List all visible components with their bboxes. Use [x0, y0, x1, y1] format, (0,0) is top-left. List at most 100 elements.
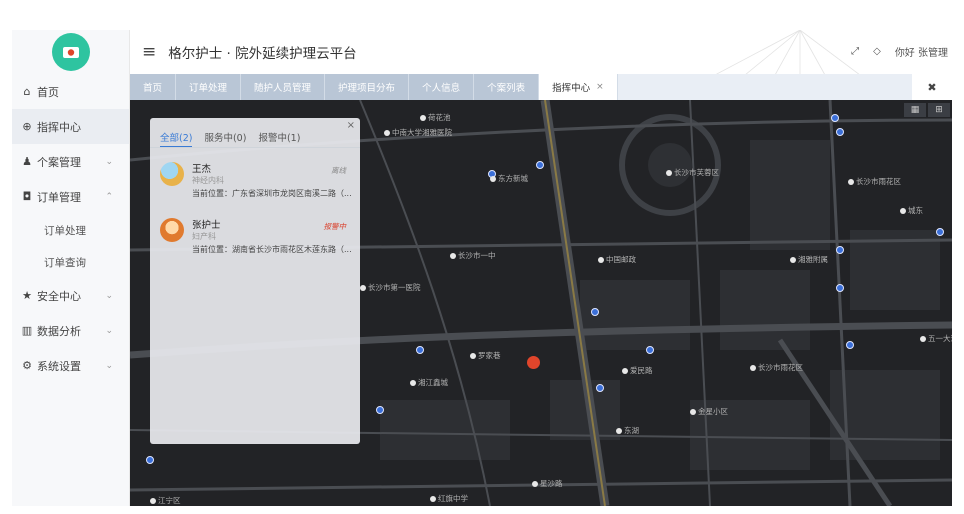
tab-home[interactable]: 首页: [130, 74, 177, 100]
panel-tab-in-service[interactable]: 服务中(0): [204, 130, 246, 147]
map-poi-label[interactable]: 长沙市第一医院: [360, 282, 421, 293]
header-tools: ⤢ ◇ 你好 张管理: [851, 44, 948, 59]
nurse-list-item[interactable]: 张护士 妇产科 当前位置：湖南省长沙市雨花区木莲东路（... 报警中: [150, 204, 360, 260]
map-layer-icon[interactable]: ⊞: [928, 103, 950, 117]
map-poi-label[interactable]: 红旗中学: [430, 493, 468, 504]
map-view[interactable]: ▦ ⊞ 中南大学湘雅医院 荷花池 长沙市芙蓉区 东方新城 长沙市雨花区 中国邮政 长沙市一中…: [130, 100, 952, 506]
page-title: 格尔护士 · 院外延续护理云平台: [168, 46, 357, 62]
gear-icon: ⚙: [22, 359, 32, 372]
menu-toggle-icon[interactable]: ≡: [142, 42, 156, 62]
poi-pin-icon: [750, 364, 756, 371]
sidebar-item-label: 系统设置: [37, 359, 81, 373]
tab-personal-info[interactable]: 个人信息: [409, 74, 475, 100]
diamond-icon[interactable]: ◇: [873, 46, 881, 57]
poi-pin-icon: [470, 352, 476, 359]
avatar: [160, 218, 184, 242]
map-poi-label[interactable]: 金星小区: [690, 406, 728, 417]
user-greeting[interactable]: 你好 张管理: [895, 44, 948, 59]
map-poi-label[interactable]: 湘雅附属: [790, 254, 828, 265]
map-poi-label[interactable]: 长沙市一中: [450, 250, 496, 261]
nurse-list-item[interactable]: 王杰 神经内科 当前位置：广东省深圳市龙岗区南溪二路（... 离线: [150, 148, 360, 204]
poi-pin-icon: [920, 335, 926, 342]
poi-pin-icon: [532, 480, 538, 487]
sidebar-item-system-settings[interactable]: ⚙ 系统设置 ⌄: [12, 348, 129, 383]
map-poi-label[interactable]: 城东: [900, 205, 923, 216]
map-poi-label[interactable]: 中南大学湘雅医院: [384, 127, 452, 138]
page-tabs: 首页 订单处理 随护人员管理 护理项目分布 个人信息 个案列表 指挥中心 × ✖: [130, 74, 952, 100]
poi-pin-icon: [790, 256, 796, 263]
tab-label: 指挥中心: [552, 83, 591, 94]
poi-pin-icon: [848, 178, 854, 185]
map-poi-label[interactable]: 东湖: [616, 425, 639, 436]
map-poi-label[interactable]: 长沙市芙蓉区: [666, 167, 719, 178]
map-poi-label[interactable]: 长沙市雨花区: [848, 176, 901, 187]
fullscreen-icon[interactable]: ⤢: [851, 46, 859, 57]
close-icon[interactable]: ×: [347, 120, 355, 131]
poi-label-text: 荷花池: [428, 113, 451, 122]
sidebar-subitem-order-query[interactable]: 订单查询: [12, 246, 129, 278]
star-icon: ★: [22, 289, 32, 302]
camera-logo-icon: [62, 47, 79, 58]
sidebar-item-command-center[interactable]: ⊕ 指挥中心: [12, 109, 129, 144]
map-poi-label[interactable]: 星沙路: [532, 478, 563, 489]
bar-chart-icon: ▥: [21, 324, 33, 337]
map-poi-label[interactable]: 东方新城: [490, 173, 528, 184]
user-icon: ♟: [22, 155, 32, 168]
tab-order-processing[interactable]: 订单处理: [176, 74, 242, 100]
crosshair-icon: ⊕: [22, 120, 32, 133]
map-poi-label[interactable]: 罗家巷: [470, 350, 501, 361]
poi-pin-icon: [616, 427, 622, 434]
poi-label-text: 中国邮政: [606, 255, 636, 264]
nurse-department: 妇产科: [192, 232, 216, 241]
map-poi-label[interactable]: 江宁区: [150, 495, 181, 506]
tab-care-distribution[interactable]: 护理项目分布: [325, 74, 410, 100]
map-poi-label[interactable]: 湘江鑫城: [410, 377, 448, 388]
sidebar: ⌂ 首页 ⊕ 指挥中心 ♟ 个案管理 ⌄ ◘ 订单管理 ⌃ 订单处理 订单查询 …: [12, 30, 130, 506]
poi-label-text: 江宁区: [158, 496, 181, 505]
poi-label-text: 星沙路: [540, 479, 563, 488]
panel-tab-all[interactable]: 全部(2): [160, 130, 193, 147]
panel-tab-alarming[interactable]: 报警中(1): [258, 130, 300, 147]
poi-pin-icon: [598, 256, 604, 263]
poi-label-text: 中南大学湘雅医院: [392, 128, 452, 137]
sidebar-item-label: 订单管理: [37, 190, 81, 204]
sidebar-item-security-center[interactable]: ★ 安全中心 ⌄: [12, 278, 129, 313]
alarm-location-marker[interactable]: [527, 356, 540, 369]
sidebar-item-data-analysis[interactable]: ▥ 数据分析 ⌄: [12, 313, 129, 348]
poi-pin-icon: [384, 129, 390, 136]
tab-options[interactable]: ✖: [912, 74, 952, 100]
nurse-name: 张护士: [192, 220, 221, 231]
close-icon[interactable]: ×: [596, 82, 604, 92]
app-logo[interactable]: [51, 33, 90, 71]
map-poi-label[interactable]: 中国邮政: [598, 254, 636, 265]
poi-label-text: 东湖: [624, 426, 639, 435]
poi-label-text: 五一大道: [928, 334, 952, 343]
map-grid-icon[interactable]: ▦: [904, 103, 926, 117]
logo-wrap: [12, 30, 129, 74]
close-all-icon[interactable]: ✖: [927, 81, 936, 94]
chevron-down-icon: ⌄: [105, 290, 113, 301]
sidebar-item-label: 安全中心: [37, 289, 81, 303]
map-poi-label[interactable]: 五一大道: [920, 333, 952, 344]
panel-tabs: 全部(2) 服务中(0) 报警中(1): [150, 118, 360, 148]
chevron-down-icon: ⌄: [105, 360, 113, 371]
poi-pin-icon: [690, 408, 696, 415]
map-poi-label[interactable]: 长沙市雨花区: [750, 362, 803, 373]
poi-label-text: 长沙市雨花区: [856, 177, 901, 186]
poi-pin-icon: [622, 367, 628, 374]
status-badge: 离线: [331, 166, 346, 175]
poi-label-text: 湘雅附属: [798, 255, 828, 264]
top-header: ≡ 格尔护士 · 院外延续护理云平台 ⤢ ◇ 你好 张管理: [130, 30, 952, 120]
tab-command-center[interactable]: 指挥中心 ×: [539, 74, 618, 100]
sidebar-item-home[interactable]: ⌂ 首页: [12, 74, 129, 109]
sidebar-item-label: 个案管理: [37, 155, 81, 169]
nurse-location: 当前位置：湖南省长沙市雨花区木莲东路（...: [192, 245, 352, 254]
sidebar-subitem-order-processing[interactable]: 订单处理: [12, 214, 129, 246]
poi-label-text: 湘江鑫城: [418, 378, 448, 387]
sidebar-item-case-management[interactable]: ♟ 个案管理 ⌄: [12, 144, 129, 179]
map-poi-label[interactable]: 爱民路: [622, 365, 653, 376]
tab-case-list[interactable]: 个案列表: [474, 74, 540, 100]
sidebar-item-order-management[interactable]: ◘ 订单管理 ⌃: [12, 179, 129, 214]
map-poi-label[interactable]: 荷花池: [420, 112, 451, 123]
tab-staff-management[interactable]: 随护人员管理: [241, 74, 326, 100]
